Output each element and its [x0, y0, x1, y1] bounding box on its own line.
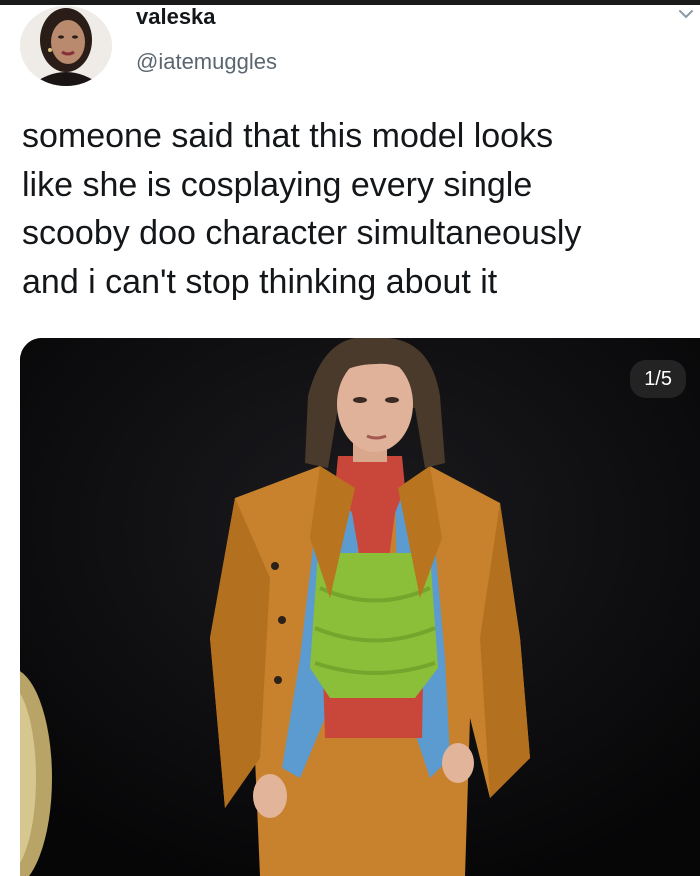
tweet-line: someone said that this model looks [22, 117, 554, 155]
tweet-text: someone said that this model looks like … [22, 112, 697, 306]
tweet-card: valeska @iatemuggles someone said that t… [0, 0, 700, 876]
media-counter-badge: 1/5 [630, 360, 686, 398]
tweet-line: like she is cosplaying every single [22, 165, 533, 204]
display-name[interactable]: valeska [136, 5, 216, 29]
user-handle[interactable]: @iatemuggles [136, 48, 277, 76]
avatar-image [20, 6, 112, 86]
tweet-media[interactable]: 1/5 [20, 338, 700, 876]
model-photo [20, 338, 700, 876]
tweet-line: and i can't stop thinking about it [22, 262, 498, 301]
chevron-down-icon[interactable] [676, 6, 696, 22]
tweet-line: scooby doo character simultaneously [22, 214, 582, 252]
avatar[interactable] [20, 6, 112, 86]
top-divider [0, 0, 700, 5]
